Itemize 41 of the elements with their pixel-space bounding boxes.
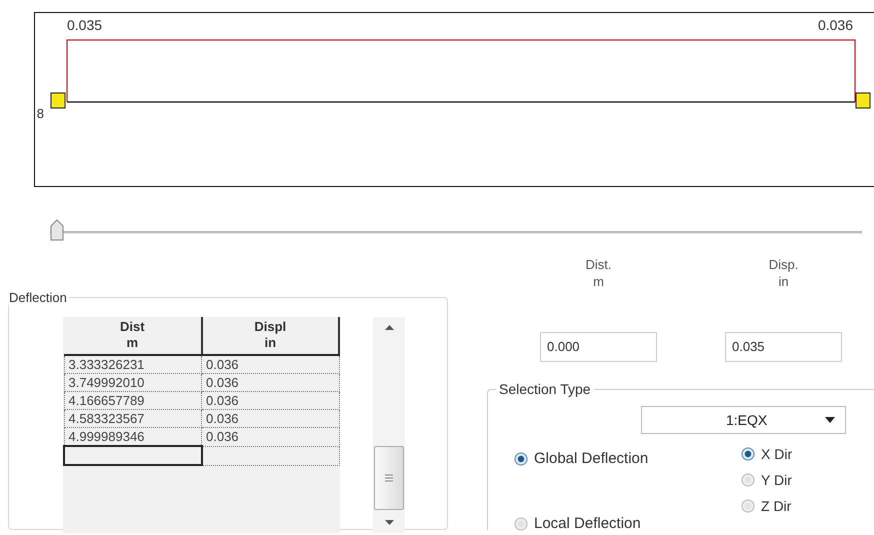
- scroll-up-icon[interactable]: [384, 325, 394, 330]
- scroll-down-icon[interactable]: [384, 520, 394, 525]
- table-cell: 0.036: [202, 374, 339, 392]
- radio-button[interactable]: Local Deflection: [514, 515, 641, 532]
- deflection-value: 0.035: [67, 17, 102, 33]
- radio-button[interactable]: Y Dir: [741, 472, 792, 488]
- table-cell: 3.333326231: [64, 355, 202, 374]
- table-cell: 3.749992010: [64, 374, 202, 392]
- scrollbar[interactable]: [373, 317, 405, 533]
- table-cell: 0.036: [202, 428, 339, 446]
- radio-button[interactable]: Z Dir: [741, 498, 792, 514]
- radio-icon[interactable]: [514, 452, 528, 466]
- deflection-value: 0.036: [818, 17, 853, 33]
- radio-icon[interactable]: [514, 516, 528, 530]
- new-row-cell[interactable]: [64, 446, 202, 465]
- group-title: Deflection: [8, 290, 68, 305]
- caret-icon: [825, 417, 835, 423]
- radio-icon[interactable]: [741, 499, 755, 513]
- node-marker: [856, 92, 870, 108]
- slider-thumb[interactable]: [50, 219, 64, 241]
- group-title: Selection Type: [496, 381, 594, 397]
- radio-icon[interactable]: [741, 473, 755, 487]
- scroll-thumb[interactable]: [374, 446, 404, 510]
- table-cell: 4.583323567: [64, 410, 202, 428]
- column-header: Dist m: [64, 317, 202, 355]
- input-field[interactable]: 0.000: [540, 332, 657, 362]
- radio-button[interactable]: X Dir: [741, 446, 792, 462]
- field-label: Dist. m: [586, 256, 612, 290]
- radio-button[interactable]: Global Deflection: [514, 450, 648, 467]
- case-dropdown[interactable]: 1:EQX: [641, 406, 846, 434]
- table-cell: 4.999989346: [64, 428, 202, 446]
- field-label: Disp. in: [768, 256, 798, 290]
- column-header: Displ in: [202, 317, 339, 355]
- table-cell: 0.036: [202, 392, 339, 410]
- radio-icon[interactable]: [741, 447, 755, 461]
- node-marker: [50, 92, 66, 108]
- input-field[interactable]: 0.035: [725, 332, 842, 362]
- table-cell: 4.166657789: [64, 392, 202, 410]
- table-cell: 0.036: [202, 355, 339, 374]
- table-cell: 0.036: [202, 410, 339, 428]
- node-label: 8: [36, 106, 44, 121]
